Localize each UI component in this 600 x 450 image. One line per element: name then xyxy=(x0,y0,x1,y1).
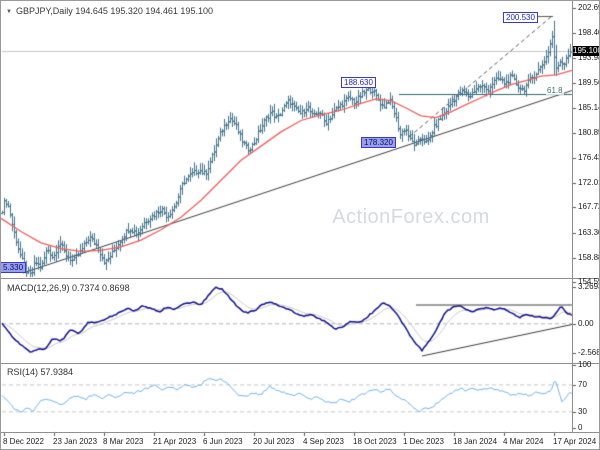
price-axis-label: 167.720 xyxy=(578,202,599,211)
rsi-axis-label: 100 xyxy=(578,360,592,369)
date-axis-label: 23 Jan 2023 xyxy=(53,437,98,446)
price-axis-label: 163.300 xyxy=(578,228,599,237)
price-axis-label: 158.880 xyxy=(578,253,599,262)
current-price-tag: 195.100 xyxy=(573,46,600,56)
price-axis-label: 172.010 xyxy=(578,178,599,187)
date-axis-label: 8 Mar 2023 xyxy=(103,437,144,446)
chart-canvas[interactable] xyxy=(1,1,599,449)
date-axis-label: 8 Dec 2022 xyxy=(3,437,44,446)
macd-axis-label: 0.00 xyxy=(578,319,594,328)
price-axis-border xyxy=(572,1,573,432)
rsi-indicator-label: RSI(14) 57.9384 xyxy=(7,367,74,377)
date-axis-label: 21 Apr 2023 xyxy=(153,437,197,446)
price-axis-label: 198.400 xyxy=(578,28,599,37)
macd-axis-label: 3.2693 xyxy=(578,282,599,291)
rsi-axis-label: 0 xyxy=(578,423,583,432)
symbol-period-label: GBPJPY,Daily xyxy=(15,6,73,16)
chart-title-bar: ▼ GBPJPY,Daily 194.645 195.320 194.461 19… xyxy=(6,6,213,17)
date-axis-label: 4 Mar 2024 xyxy=(503,437,544,446)
chevron-down-icon[interactable]: ▼ xyxy=(6,9,12,15)
fib-61.8-label[interactable]: 61.8 xyxy=(546,86,564,95)
rsi-axis-label: 70 xyxy=(578,380,587,389)
annotation-trendline-anchor-155.330[interactable]: 5.330 xyxy=(1,262,27,273)
ohlc-values-label: 194.645 195.320 194.461 195.100 xyxy=(75,6,213,16)
rsi-axis-label: 30 xyxy=(578,407,587,416)
price-macd-separator[interactable] xyxy=(1,278,599,279)
macd-axis-label: -2.5689 xyxy=(578,348,599,357)
macd-rsi-separator[interactable] xyxy=(1,363,599,364)
date-axis-label: 17 Apr 2024 xyxy=(553,437,597,446)
annotation-support-178.320[interactable]: 178.320 xyxy=(361,137,396,148)
annotation-resistance-188.630[interactable]: 188.630 xyxy=(341,77,376,88)
date-axis-label: 4 Sep 2023 xyxy=(303,437,344,446)
price-axis-label: 176.430 xyxy=(578,153,599,162)
price-axis-label: 180.850 xyxy=(578,128,599,137)
annotation-target-200.530[interactable]: 200.530 xyxy=(503,12,538,23)
actionforex-watermark: ActionForex.com xyxy=(332,206,490,228)
time-axis-border xyxy=(1,432,599,433)
date-axis-label: 6 Jun 2023 xyxy=(203,437,243,446)
date-axis-label: 18 Oct 2023 xyxy=(353,437,397,446)
price-axis-label: 189.560 xyxy=(578,78,599,87)
price-axis-label: 202.690 xyxy=(578,3,599,12)
date-axis-label: 1 Dec 2023 xyxy=(403,437,444,446)
macd-indicator-label: MACD(12,26,9) 0.7374 0.8698 xyxy=(7,283,130,293)
date-axis-label: 18 Jan 2024 xyxy=(453,437,498,446)
price-axis-label: 185.140 xyxy=(578,103,599,112)
gbpjpy-daily-chart-window: ▼ GBPJPY,Daily 194.645 195.320 194.461 19… xyxy=(0,0,600,450)
date-axis-label: 20 Jul 2023 xyxy=(253,437,295,446)
